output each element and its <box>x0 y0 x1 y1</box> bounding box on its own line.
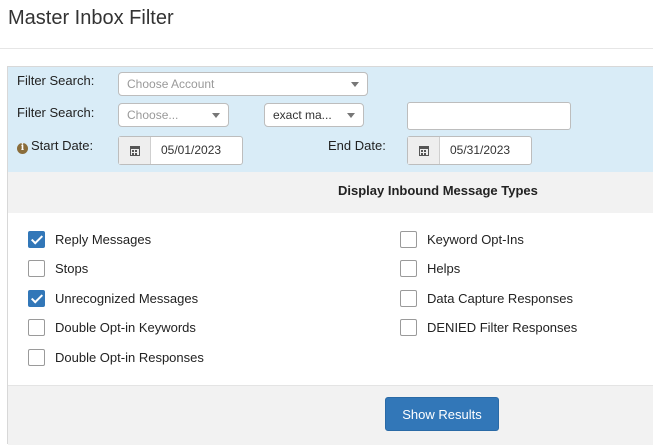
calendar-icon <box>418 145 429 156</box>
checkbox-label: DENIED Filter Responses <box>427 319 578 335</box>
checkbox-keyword-optins[interactable]: Keyword Opt-Ins <box>400 230 524 248</box>
filter-panel: Filter Search: Choose Account Filter Sea… <box>7 66 653 445</box>
account-select[interactable]: Choose Account <box>118 72 368 96</box>
start-date-addon[interactable] <box>119 137 151 164</box>
start-date-label: i Start Date: <box>17 138 93 154</box>
chevron-down-icon <box>347 113 355 118</box>
checkbox-double-optin-keywords[interactable]: Double Opt-in Keywords <box>28 318 196 336</box>
show-results-button[interactable]: Show Results <box>385 397 499 431</box>
checkbox[interactable] <box>28 348 45 366</box>
match-type-value: exact ma... <box>273 108 332 122</box>
checkbox-label: Reply Messages <box>55 231 152 247</box>
action-bar: Show Results <box>8 385 653 445</box>
checkbox-label: Keyword Opt-Ins <box>427 231 524 247</box>
start-date-picker[interactable]: 05/01/2023 <box>118 136 243 165</box>
message-types-list: Reply Messages Stops Unrecognized Messag… <box>8 213 653 385</box>
search-input[interactable] <box>407 102 571 130</box>
checkbox-denied-filter-responses[interactable]: DENIED Filter Responses <box>400 318 577 336</box>
filter-search-label-1: Filter Search: <box>17 73 95 88</box>
filter-area: Filter Search: Choose Account Filter Sea… <box>8 67 653 172</box>
chevron-down-icon <box>212 113 220 118</box>
checkbox-double-optin-responses[interactable]: Double Opt-in Responses <box>28 348 204 366</box>
checkbox-reply-messages[interactable]: Reply Messages <box>28 230 151 248</box>
field-select-value: Choose... <box>127 108 179 122</box>
checkbox-label: Stops <box>55 260 89 276</box>
field-select[interactable]: Choose... <box>118 103 229 127</box>
checkbox-stops[interactable]: Stops <box>28 259 88 277</box>
info-icon: i <box>17 143 28 154</box>
checkbox-label: Unrecognized Messages <box>55 290 199 306</box>
title-divider <box>0 48 653 49</box>
end-date-label: End Date: <box>328 138 386 153</box>
start-date-input[interactable]: 05/01/2023 <box>151 137 242 164</box>
checkbox[interactable] <box>400 318 417 336</box>
account-select-value: Choose Account <box>127 77 215 91</box>
end-date-addon[interactable] <box>408 137 440 164</box>
end-date-input[interactable]: 05/31/2023 <box>440 137 531 164</box>
end-date-picker[interactable]: 05/31/2023 <box>407 136 532 165</box>
message-types-header <box>8 172 653 213</box>
checkbox-helps[interactable]: Helps <box>400 259 460 277</box>
checkbox-label: Double Opt-in Responses <box>55 349 204 365</box>
checkbox[interactable] <box>28 289 45 307</box>
checkbox[interactable] <box>28 230 45 248</box>
checkbox-unrecognized-messages[interactable]: Unrecognized Messages <box>28 289 198 307</box>
page-title: Master Inbox Filter <box>8 7 174 29</box>
checkbox-label: Double Opt-in Keywords <box>55 319 196 335</box>
match-type-select[interactable]: exact ma... <box>264 103 364 127</box>
checkbox[interactable] <box>400 230 417 248</box>
checkbox-label: Data Capture Responses <box>427 290 573 306</box>
start-date-label-text: Start Date: <box>31 138 94 153</box>
checkbox-data-capture-responses[interactable]: Data Capture Responses <box>400 289 573 307</box>
chevron-down-icon <box>351 82 359 87</box>
checkbox[interactable] <box>28 318 45 336</box>
checkbox[interactable] <box>400 289 417 307</box>
checkbox-label: Helps <box>427 260 461 276</box>
checkbox[interactable] <box>28 259 45 277</box>
filter-search-label-2: Filter Search: <box>17 105 95 120</box>
calendar-icon <box>129 145 140 156</box>
message-types-heading: Display Inbound Message Types <box>338 183 538 198</box>
checkbox[interactable] <box>400 259 417 277</box>
